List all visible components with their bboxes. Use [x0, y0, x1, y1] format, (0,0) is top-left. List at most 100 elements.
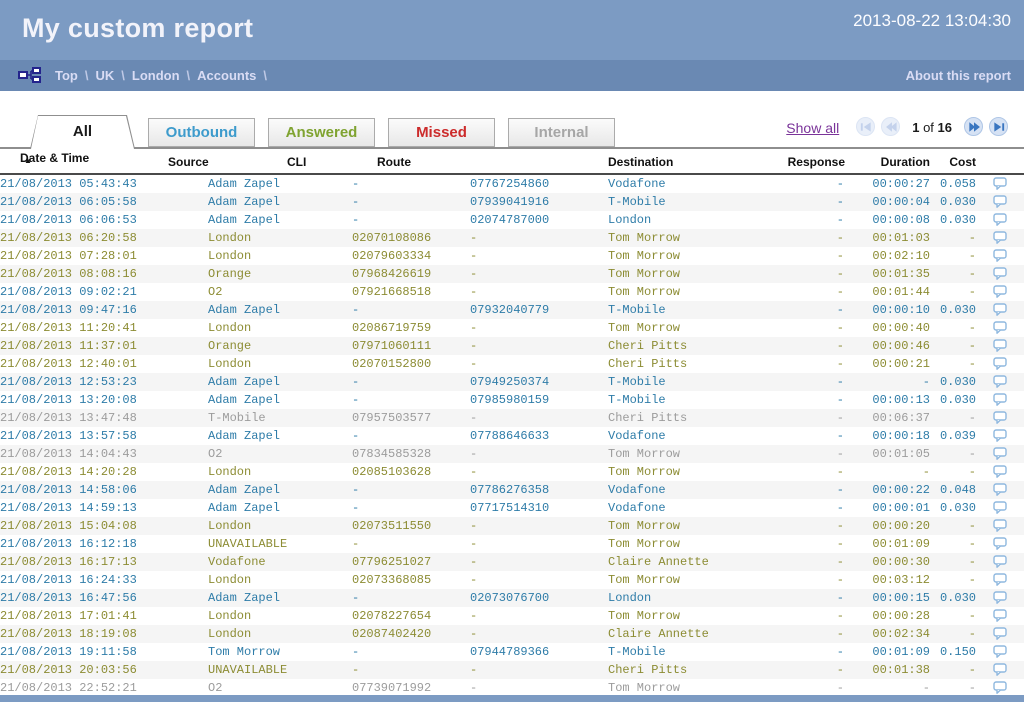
comment-icon[interactable] — [993, 231, 1007, 244]
cell-route: 07985980159 — [470, 391, 608, 409]
comment-icon[interactable] — [993, 483, 1007, 496]
breadcrumb-item-accounts[interactable]: Accounts — [197, 68, 256, 83]
tab-answered[interactable]: Answered — [268, 118, 375, 147]
column-header-destination[interactable]: Destination — [608, 155, 673, 169]
cell-date: 21/08/2013 13:47:48 — [0, 409, 208, 427]
cell-duration: 00:00:10 — [844, 301, 930, 319]
comment-icon[interactable] — [993, 285, 1007, 298]
cell-destination: Tom Morrow — [608, 229, 788, 247]
column-header-response[interactable]: Response — [745, 155, 845, 169]
table-row: 21/08/2013 19:11:58Tom Morrow-0794478936… — [0, 643, 1024, 661]
comment-icon[interactable] — [993, 195, 1007, 208]
comment-icon[interactable] — [993, 609, 1007, 622]
cell-destination: Claire Annette — [608, 553, 788, 571]
cell-comment — [976, 643, 1024, 661]
cell-cli: - — [352, 211, 470, 229]
cell-route: 02073076700 — [470, 589, 608, 607]
comment-icon[interactable] — [993, 213, 1007, 226]
last-page-button[interactable] — [989, 117, 1008, 136]
comment-icon[interactable] — [993, 681, 1007, 694]
cell-route: - — [470, 247, 608, 265]
cell-destination: Cheri Pitts — [608, 661, 788, 679]
comment-icon[interactable] — [993, 249, 1007, 262]
comment-icon[interactable] — [993, 411, 1007, 424]
column-header-cli[interactable]: CLI — [287, 155, 306, 169]
comment-icon[interactable] — [993, 357, 1007, 370]
comment-icon[interactable] — [993, 303, 1007, 316]
cell-date: 21/08/2013 17:01:41 — [0, 607, 208, 625]
cell-cost: 0.150 — [930, 643, 976, 661]
first-page-button[interactable] — [856, 117, 875, 136]
cell-date: 21/08/2013 14:04:43 — [0, 445, 208, 463]
column-header-duration[interactable]: Duration — [845, 155, 930, 169]
cell-destination: Tom Morrow — [608, 265, 788, 283]
comment-icon[interactable] — [993, 591, 1007, 604]
cell-destination: Cheri Pitts — [608, 409, 788, 427]
comment-icon[interactable] — [993, 645, 1007, 658]
cell-cli: - — [352, 481, 470, 499]
tab-missed[interactable]: Missed — [388, 118, 495, 147]
comment-icon[interactable] — [993, 573, 1007, 586]
cell-date: 21/08/2013 14:58:06 — [0, 481, 208, 499]
tab-internal[interactable]: Internal — [508, 118, 615, 147]
comment-icon[interactable] — [993, 465, 1007, 478]
cell-cost: 0.058 — [930, 175, 976, 193]
comment-icon[interactable] — [993, 375, 1007, 388]
cell-duration: 00:01:05 — [844, 445, 930, 463]
comment-icon[interactable] — [993, 393, 1007, 406]
cell-cost: - — [930, 517, 976, 535]
comment-icon[interactable] — [993, 663, 1007, 676]
cell-destination: Tom Morrow — [608, 247, 788, 265]
cell-comment — [976, 373, 1024, 391]
breadcrumb-item-top[interactable]: Top — [55, 68, 78, 83]
cell-response: - — [788, 661, 844, 679]
comment-icon[interactable] — [993, 519, 1007, 532]
column-header-cost[interactable]: Cost — [930, 155, 976, 169]
cell-response: - — [788, 337, 844, 355]
cell-route: - — [470, 571, 608, 589]
cell-cost: 0.030 — [930, 301, 976, 319]
cell-date: 21/08/2013 16:17:13 — [0, 553, 208, 571]
cell-destination: Tom Morrow — [608, 571, 788, 589]
next-page-button[interactable] — [964, 117, 983, 136]
table-row: 21/08/2013 13:47:48T-Mobile07957503577-C… — [0, 409, 1024, 427]
cell-response: - — [788, 571, 844, 589]
cell-cost: - — [930, 445, 976, 463]
comment-icon[interactable] — [993, 267, 1007, 280]
cell-route: 07788646633 — [470, 427, 608, 445]
about-this-report-link[interactable]: About this report — [906, 68, 1011, 83]
table-row: 21/08/2013 09:02:21O207921668518-Tom Mor… — [0, 283, 1024, 301]
comment-icon[interactable] — [993, 429, 1007, 442]
table-row: 21/08/2013 05:43:43Adam Zapel-0776725486… — [0, 175, 1024, 193]
previous-page-button[interactable] — [881, 117, 900, 136]
cell-date: 21/08/2013 11:20:41 — [0, 319, 208, 337]
table-row: 21/08/2013 14:04:43O207834585328-Tom Mor… — [0, 445, 1024, 463]
table-row: 21/08/2013 16:47:56Adam Zapel-0207307670… — [0, 589, 1024, 607]
tab-outbound[interactable]: Outbound — [148, 118, 255, 147]
cell-cli: 02086719759 — [352, 319, 470, 337]
tab-all[interactable]: All — [30, 115, 135, 149]
comment-icon[interactable] — [993, 537, 1007, 550]
comment-icon[interactable] — [993, 501, 1007, 514]
comment-icon[interactable] — [993, 321, 1007, 334]
column-header-source[interactable]: Source — [168, 155, 209, 169]
cell-source: Adam Zapel — [208, 427, 352, 445]
page-indicator: 1 of 16 — [912, 120, 952, 135]
cell-response: - — [788, 445, 844, 463]
breadcrumb-item-london[interactable]: London — [132, 68, 180, 83]
column-header-route[interactable]: Route — [377, 155, 411, 169]
comment-icon[interactable] — [993, 177, 1007, 190]
show-all-link[interactable]: Show all — [786, 120, 839, 136]
cell-source: Adam Zapel — [208, 175, 352, 193]
breadcrumb-item-uk[interactable]: UK — [95, 68, 114, 83]
cell-cost: - — [930, 283, 976, 301]
cell-route: - — [470, 625, 608, 643]
cell-duration: 00:01:09 — [844, 535, 930, 553]
comment-icon[interactable] — [993, 555, 1007, 568]
comment-icon[interactable] — [993, 447, 1007, 460]
comment-icon[interactable] — [993, 627, 1007, 640]
cell-cli: 07957503577 — [352, 409, 470, 427]
cell-route: 02074787000 — [470, 211, 608, 229]
table-row: 21/08/2013 18:19:08London02087402420-Cla… — [0, 625, 1024, 643]
comment-icon[interactable] — [993, 339, 1007, 352]
